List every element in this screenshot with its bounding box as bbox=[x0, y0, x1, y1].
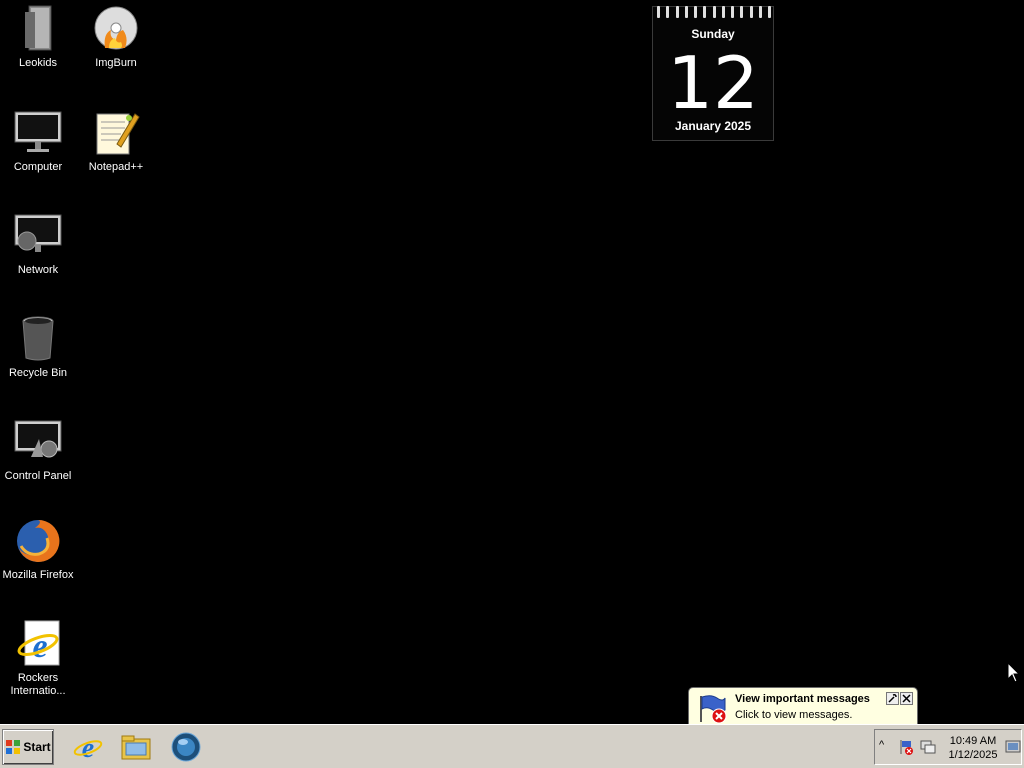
clock-time: 10:49 AM bbox=[949, 735, 997, 747]
internet-explorer-shortcut-icon: e bbox=[17, 620, 60, 666]
calendar-day-name: Sunday bbox=[691, 27, 735, 41]
svg-text:e: e bbox=[82, 733, 94, 763]
internet-explorer-icon[interactable]: e bbox=[72, 731, 104, 763]
mouse-cursor-icon bbox=[1007, 662, 1021, 683]
desktop[interactable]: Leokids Computer Network Recycle Bin Con… bbox=[0, 0, 1024, 742]
icon-label: Notepad++ bbox=[88, 161, 144, 173]
desktop-icon-recycle-bin[interactable]: Recycle Bin bbox=[0, 314, 76, 380]
action-center-flag-icon bbox=[700, 695, 727, 724]
icon-label: Rockers Internatio... bbox=[10, 672, 66, 697]
desktop-icon-leokids[interactable]: Leokids bbox=[0, 4, 76, 70]
computer-icon bbox=[14, 111, 62, 152]
icon-label: Recycle Bin bbox=[8, 367, 68, 379]
desktop-icon-network[interactable]: Network bbox=[0, 211, 76, 277]
icon-label: Leokids bbox=[19, 57, 57, 69]
balloon-title: View important messages bbox=[735, 693, 870, 705]
close-icon bbox=[902, 694, 911, 703]
calendar-day-number: 12 bbox=[667, 41, 759, 125]
desktop-icon-control-panel[interactable]: Control Panel bbox=[0, 417, 76, 483]
start-button[interactable]: Start bbox=[2, 729, 54, 765]
media-player-icon[interactable] bbox=[170, 731, 202, 763]
icon-label: Mozilla Firefox bbox=[2, 569, 74, 581]
recycle-bin-icon bbox=[22, 316, 54, 361]
system-tray: ^ 10:49 AM 1/12/2025 bbox=[874, 729, 1022, 765]
windows-logo-icon bbox=[6, 740, 21, 754]
desktop-icon-imgburn[interactable]: ImgBurn bbox=[78, 4, 154, 70]
icon-label: Network bbox=[17, 264, 59, 276]
show-desktop-icon[interactable] bbox=[1005, 739, 1021, 755]
desktop-icon-rockers-international[interactable]: e Rockers Internatio... bbox=[0, 619, 76, 698]
system-clock[interactable]: 10:49 AM 1/12/2025 bbox=[945, 734, 1001, 762]
svg-text:e: e bbox=[32, 628, 47, 665]
action-center-alert-icon[interactable] bbox=[897, 738, 915, 756]
calendar-gadget[interactable]: Sunday 12 January 2025 bbox=[652, 6, 774, 141]
calendar-rings bbox=[657, 6, 771, 18]
balloon-settings-button[interactable] bbox=[886, 692, 899, 705]
taskbar: Start e ^ 10:49 AM 1/12/2025 bbox=[0, 724, 1024, 768]
control-panel-icon bbox=[14, 420, 62, 458]
disc-burn-icon bbox=[94, 6, 138, 50]
windows-explorer-icon[interactable] bbox=[120, 731, 152, 763]
wrench-icon bbox=[888, 694, 897, 703]
folder-icon bbox=[25, 5, 52, 51]
desktop-icon-notepad-plus-plus[interactable]: Notepad++ bbox=[78, 108, 154, 174]
desktop-icon-computer[interactable]: Computer bbox=[0, 108, 76, 174]
network-icon bbox=[14, 214, 62, 252]
icon-label: Control Panel bbox=[4, 470, 72, 482]
clock-date: 1/12/2025 bbox=[948, 749, 998, 761]
desktop-icon-firefox[interactable]: Mozilla Firefox bbox=[0, 516, 76, 582]
start-label: Start bbox=[23, 740, 51, 754]
icon-label: ImgBurn bbox=[95, 57, 137, 69]
firefox-icon bbox=[17, 519, 60, 562]
icon-label: Computer bbox=[13, 161, 63, 173]
calendar-month-year: January 2025 bbox=[674, 119, 752, 133]
show-hidden-icons-button[interactable]: ^ bbox=[879, 739, 884, 751]
network-status-icon[interactable] bbox=[919, 738, 937, 756]
balloon-close-button[interactable] bbox=[900, 692, 913, 705]
notepad-icon bbox=[96, 113, 140, 155]
balloon-message: Click to view messages. bbox=[735, 709, 853, 721]
